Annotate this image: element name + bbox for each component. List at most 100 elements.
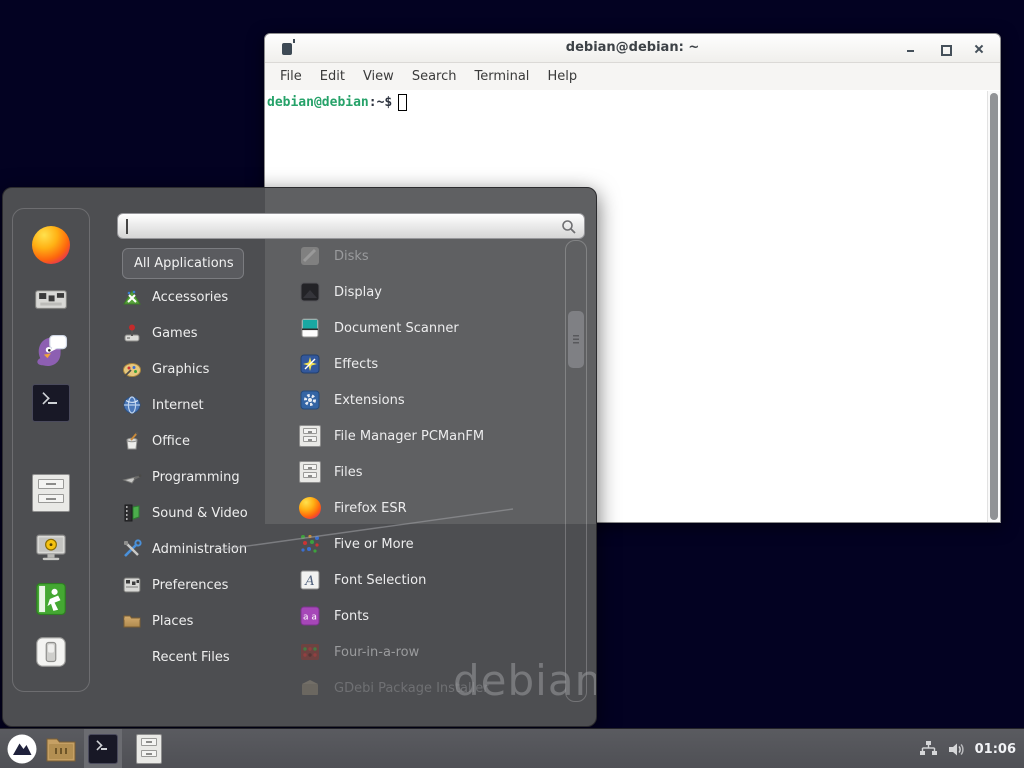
category-label: Games [152, 326, 197, 341]
font-selection-icon: A [299, 569, 321, 591]
close-button[interactable] [972, 42, 986, 56]
programming-icon [122, 467, 142, 487]
category-label: Places [152, 614, 193, 629]
folder-icon [45, 735, 77, 763]
app-item-four-in-a-row[interactable]: Four-in-a-row [281, 634, 567, 670]
app-item-files[interactable]: Files [281, 454, 567, 490]
recent-files-spacer [122, 647, 142, 667]
category-office[interactable]: Office [122, 423, 272, 459]
file-cabinet-icon[interactable] [32, 474, 70, 512]
category-label: Administration [152, 542, 247, 557]
menu-search[interactable]: Search [412, 69, 457, 84]
terminal-titlebar[interactable]: debian@debian: ~ [265, 34, 1000, 63]
app-item-document-scanner[interactable]: Document Scanner [281, 310, 567, 346]
application-list: Disks Display Document Scanner Effects E… [281, 238, 567, 706]
category-programming[interactable]: Programming [122, 459, 272, 495]
search-input[interactable] [118, 214, 584, 238]
category-label: Sound & Video [152, 506, 248, 521]
menu-file[interactable]: File [280, 69, 302, 84]
app-item-fonts[interactable]: a a Fonts [281, 598, 567, 634]
gdebi-package-icon [299, 677, 321, 699]
category-preferences[interactable]: Preferences [122, 567, 272, 603]
category-places[interactable]: Places [122, 603, 272, 639]
category-games[interactable]: Games [122, 315, 272, 351]
app-label: Five or More [334, 537, 414, 552]
app-item-firefox-esr[interactable]: Firefox ESR [281, 490, 567, 526]
category-accessories[interactable]: Accessories [122, 279, 272, 315]
file-cabinet-icon [299, 461, 321, 483]
text-caret [126, 219, 128, 234]
category-recent-files[interactable]: Recent Files [122, 639, 272, 675]
menu-terminal[interactable]: Terminal [474, 69, 529, 84]
firefox-icon[interactable] [32, 226, 70, 264]
app-item-font-selection[interactable]: A Font Selection [281, 562, 567, 598]
app-list-scrollbar[interactable] [565, 240, 587, 702]
terminal-icon [88, 734, 118, 764]
category-sound-video[interactable]: Sound & Video [122, 495, 272, 531]
firefox-icon [299, 497, 321, 519]
preferences-icon [122, 575, 142, 595]
app-item-file-manager-pcmanfm[interactable]: File Manager PCManFM [281, 418, 567, 454]
category-label: Graphics [152, 362, 209, 377]
office-icon [122, 431, 142, 451]
display-icon [299, 281, 321, 303]
app-list-scrollbar-thumb[interactable] [568, 311, 584, 368]
terminal-scrollbar-thumb[interactable] [990, 93, 998, 520]
taskbar-file-manager-button[interactable] [42, 729, 80, 768]
maximize-button[interactable] [938, 42, 952, 56]
app-label: Display [334, 285, 382, 300]
search-icon [561, 219, 577, 235]
app-label: Extensions [334, 393, 405, 408]
category-administration[interactable]: Administration [122, 531, 272, 567]
applications-menu-button[interactable] [4, 729, 40, 768]
category-internet[interactable]: Internet [122, 387, 272, 423]
menu-help[interactable]: Help [547, 69, 577, 84]
settings-panel-icon[interactable] [32, 280, 70, 318]
category-label: Programming [152, 470, 240, 485]
shell-prompt: debian@debian:~$ [267, 94, 987, 111]
clock[interactable]: 01:06 [975, 742, 1016, 757]
menu-logo-icon [6, 733, 38, 765]
minimize-button[interactable] [904, 42, 918, 56]
extensions-icon [299, 389, 321, 411]
terminal-menubar: File Edit View Search Terminal Help [265, 63, 1000, 90]
taskbar-terminal-button[interactable] [84, 729, 122, 768]
screensaver-icon[interactable] [32, 528, 70, 566]
logout-icon[interactable] [32, 580, 70, 618]
terminal-icon[interactable] [32, 384, 70, 422]
menu-edit[interactable]: Edit [320, 69, 345, 84]
effects-icon [299, 353, 321, 375]
terminal-window-title: debian@debian: ~ [265, 40, 1000, 55]
category-graphics[interactable]: Graphics [122, 351, 272, 387]
sound-video-icon [122, 503, 142, 523]
app-item-effects[interactable]: Effects [281, 346, 567, 382]
network-icon[interactable] [919, 740, 938, 759]
app-item-disks[interactable]: Disks [281, 238, 567, 274]
pidgin-icon[interactable] [32, 332, 70, 370]
five-or-more-icon [299, 533, 321, 555]
filter-all-applications[interactable]: All Applications [122, 248, 244, 279]
taskbar-files-button[interactable] [130, 729, 168, 768]
app-item-display[interactable]: Display [281, 274, 567, 310]
category-label: Office [152, 434, 190, 449]
menu-view[interactable]: View [363, 69, 394, 84]
games-icon [122, 323, 142, 343]
accessories-icon [122, 287, 142, 307]
app-label: Files [334, 465, 363, 480]
file-cabinet-icon [299, 425, 321, 447]
fonts-icon: a a [299, 605, 321, 627]
terminal-scrollbar[interactable] [987, 91, 1000, 522]
app-item-five-or-more[interactable]: Five or More [281, 526, 567, 562]
category-list: Accessories Games Graphics Internet Offi… [122, 279, 272, 675]
taskbar: 01:06 [0, 728, 1024, 768]
prompt-path: :~$ [369, 95, 392, 110]
category-label: Accessories [152, 290, 228, 305]
administration-icon [122, 539, 142, 559]
app-label: File Manager PCManFM [334, 429, 484, 444]
volume-icon[interactable] [947, 740, 966, 759]
menu-search-box[interactable] [117, 213, 585, 239]
system-tray: 01:06 [919, 729, 1016, 768]
app-item-gdebi-package-installer[interactable]: GDebi Package Installer [281, 670, 567, 706]
shutdown-icon[interactable] [32, 633, 70, 671]
app-item-extensions[interactable]: Extensions [281, 382, 567, 418]
